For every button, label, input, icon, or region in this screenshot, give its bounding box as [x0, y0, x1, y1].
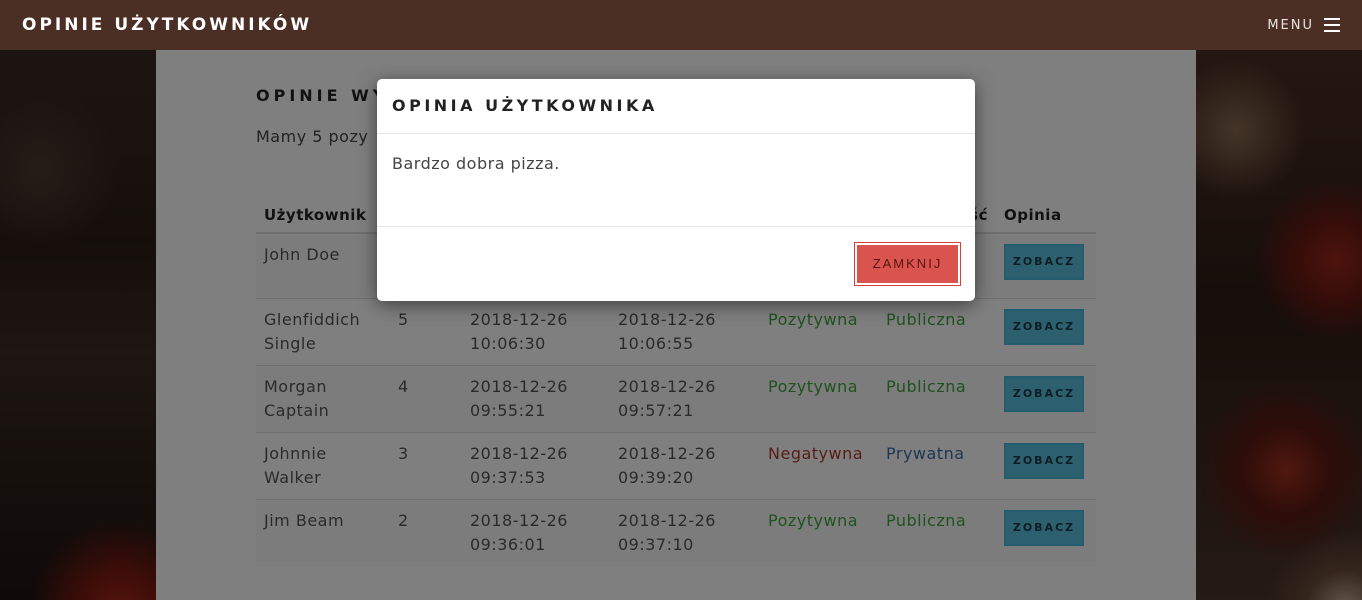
opinion-modal: OPINIA UŻYTKOWNIKA Bardzo dobra pizza. Z… — [377, 79, 975, 301]
menu-button[interactable]: MENU — [1267, 18, 1340, 33]
modal-header: OPINIA UŻYTKOWNIKA — [377, 79, 975, 134]
modal-footer: ZAMKNIJ — [377, 227, 975, 301]
modal-body: Bardzo dobra pizza. — [377, 134, 975, 227]
top-navbar: OPINIE UŻYTKOWNIKÓW MENU — [0, 0, 1362, 50]
hamburger-icon — [1324, 18, 1340, 32]
close-button[interactable]: ZAMKNIJ — [854, 242, 961, 286]
modal-title: OPINIA UŻYTKOWNIKA — [392, 96, 658, 115]
brand-title[interactable]: OPINIE UŻYTKOWNIKÓW — [22, 15, 312, 35]
menu-label: MENU — [1267, 17, 1314, 33]
